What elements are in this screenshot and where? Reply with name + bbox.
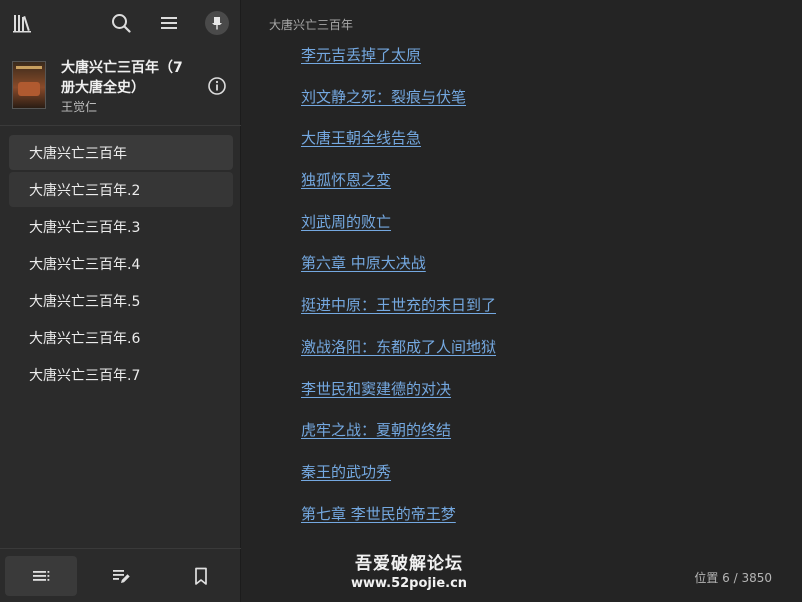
search-icon [112,14,131,33]
chapter-link[interactable]: 独孤怀恩之变 [301,171,391,189]
toc-item-label: 大唐兴亡三百年.2 [29,182,141,199]
book-header: 大唐兴亡三百年（7册大唐全史） 王觉仁 [0,46,241,126]
chapter-link[interactable]: 李元吉丢掉了太原 [301,46,421,64]
info-icon [208,77,226,95]
chapter-link[interactable]: 虎牢之战：夏朝的终结 [301,421,451,439]
menu-icon [161,17,177,29]
toc-item[interactable]: 大唐兴亡三百年.6 [9,320,233,355]
toc-item[interactable]: 大唐兴亡三百年.4 [9,246,233,281]
sidebar-bottom-bar [0,548,241,602]
list-item: 李元吉丢掉了太原 [301,44,496,86]
toc-item-label: 大唐兴亡三百年.4 [29,256,141,273]
library-icon [13,15,31,33]
sidebar-toolbar [0,0,240,46]
reader-main: 大唐兴亡三百年 李元吉丢掉了太原 刘文静之死：裂痕与伏笔 大唐王朝全线告急 独孤… [242,0,802,602]
list-item: 虎牢之战：夏朝的终结 [301,419,496,461]
annotations-tab-button[interactable] [85,556,157,596]
table-of-contents: 大唐兴亡三百年 大唐兴亡三百年.2 大唐兴亡三百年.3 大唐兴亡三百年.4 大唐… [0,135,241,394]
bookmarks-tab-button[interactable] [165,556,237,596]
reading-position: 位置 6 / 3850 [694,571,772,585]
list-item: 刘文静之死：裂痕与伏笔 [301,86,496,128]
list-item: 刘武周的败亡 [301,211,496,253]
chapter-link[interactable]: 激战洛阳：东都成了人间地狱 [301,338,496,356]
chapter-link[interactable]: 秦王的武功秀 [301,463,391,481]
list-item: 李世民和窦建德的对决 [301,378,496,420]
running-title: 大唐兴亡三百年 [269,18,354,32]
chapter-link[interactable]: 刘武周的败亡 [301,213,391,231]
chapter-link[interactable]: 刘文静之死：裂痕与伏笔 [301,88,466,106]
list-item: 激战洛阳：东都成了人间地狱 [301,336,496,378]
menu-button[interactable] [155,9,183,37]
chapter-link[interactable]: 挺进中原：王世充的末日到了 [301,296,496,314]
list-item: 第七章 李世民的帝王梦 [301,503,496,545]
toc-item-label: 大唐兴亡三百年.6 [29,330,141,347]
pin-button[interactable] [203,9,231,37]
annotations-icon [113,570,130,583]
toc-item[interactable]: 大唐兴亡三百年.5 [9,283,233,318]
search-button[interactable] [107,9,135,37]
toc-item[interactable]: 大唐兴亡三百年 [9,135,233,170]
pin-background [205,11,229,35]
toc-item[interactable]: 大唐兴亡三百年.2 [9,172,233,207]
list-item: 独孤怀恩之变 [301,169,496,211]
book-author: 王觉仁 [61,100,98,114]
contents-tab-button[interactable] [5,556,77,596]
contents-icon [33,571,50,581]
pin-icon [212,17,222,30]
list-item: 挺进中原：王世充的末日到了 [301,294,496,336]
library-button[interactable] [9,9,37,37]
toc-item-label: 大唐兴亡三百年.7 [29,367,141,384]
chapter-link[interactable]: 第七章 李世民的帝王梦 [301,505,456,523]
bookmark-icon [195,567,207,585]
chapter-link[interactable]: 大唐王朝全线告急 [301,129,421,147]
toc-item-label: 大唐兴亡三百年.5 [29,293,141,310]
book-cover[interactable] [12,61,46,109]
toc-item-label: 大唐兴亡三百年.3 [29,219,141,236]
toc-item-label: 大唐兴亡三百年 [29,145,127,162]
list-item: 大唐王朝全线告急 [301,127,496,169]
list-item: 秦王的武功秀 [301,461,496,503]
chapter-link[interactable]: 第六章 中原大决战 [301,254,426,272]
toc-item[interactable]: 大唐兴亡三百年.7 [9,357,233,392]
book-title: 大唐兴亡三百年（7册大唐全史） [61,60,183,96]
toc-item[interactable]: 大唐兴亡三百年.3 [9,209,233,244]
reader-app: 大唐兴亡三百年（7册大唐全史） 王觉仁 大唐兴亡三百年 大唐兴亡三百年.2 大唐… [0,0,802,602]
list-item: 第六章 中原大决战 [301,252,496,294]
sidebar: 大唐兴亡三百年（7册大唐全史） 王觉仁 大唐兴亡三百年 大唐兴亡三百年.2 大唐… [0,0,241,602]
chapter-link-list: 李元吉丢掉了太原 刘文静之死：裂痕与伏笔 大唐王朝全线告急 独孤怀恩之变 刘武周… [301,44,496,544]
book-info-button[interactable] [206,75,228,97]
chapter-link[interactable]: 李世民和窦建德的对决 [301,380,451,398]
